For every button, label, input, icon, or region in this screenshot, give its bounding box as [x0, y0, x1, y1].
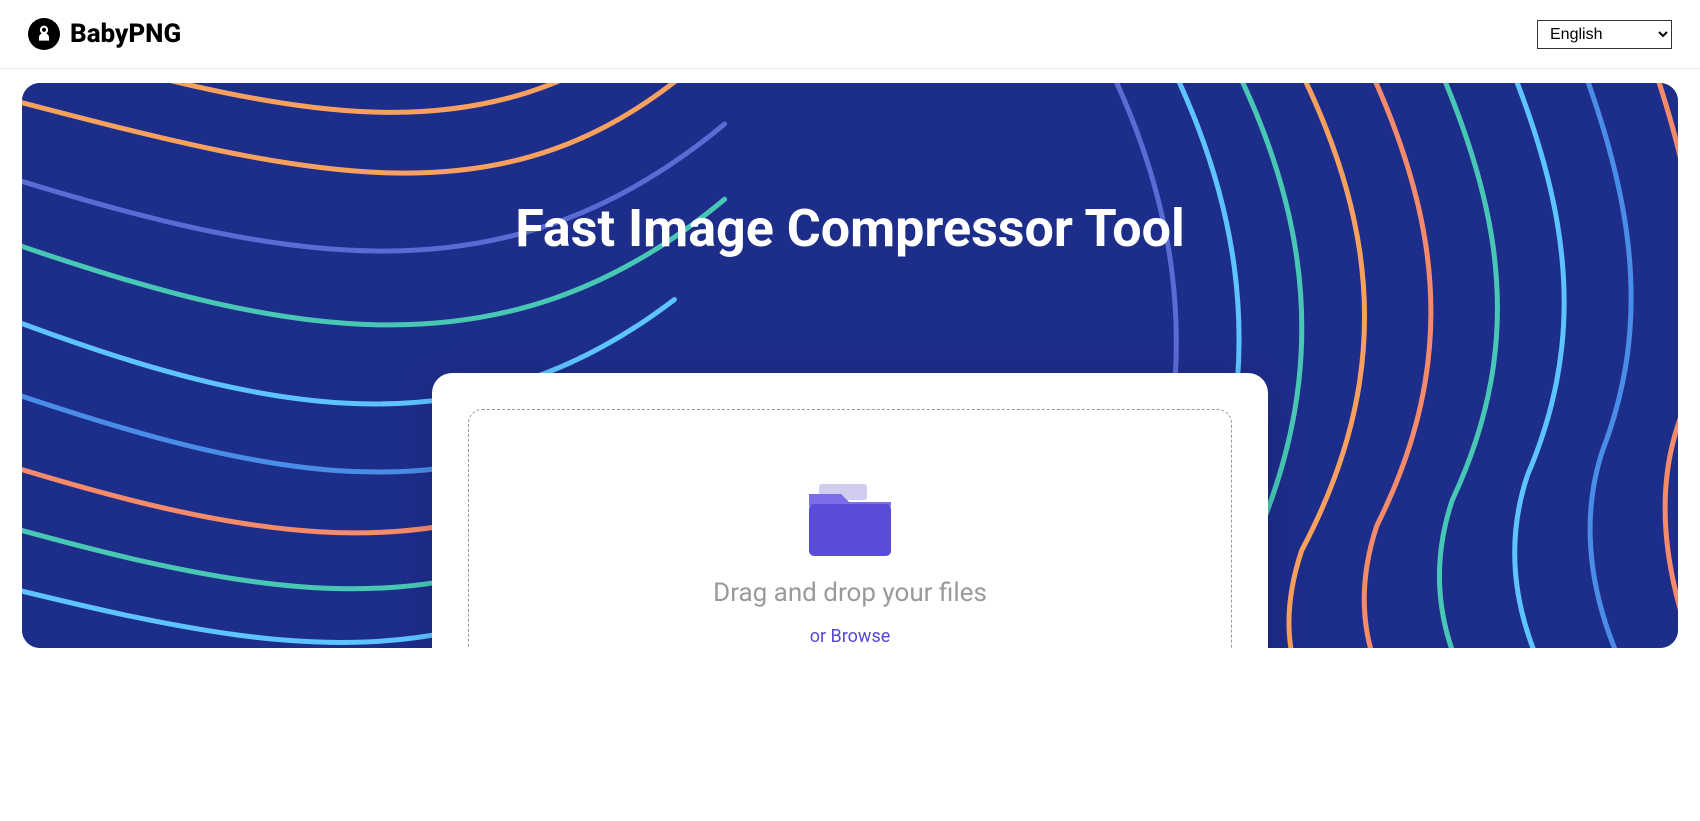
folder-icon: [805, 480, 895, 560]
file-dropzone[interactable]: Drag and drop your files or Browse file …: [468, 409, 1232, 648]
drag-drop-label: Drag and drop your files: [713, 578, 987, 608]
brand[interactable]: BabyPNG: [28, 18, 181, 50]
hero-banner: Fast Image Compressor Tool Drag and drop…: [22, 83, 1678, 648]
brand-logo-icon: [28, 18, 60, 50]
brand-name: BabyPNG: [70, 19, 181, 49]
site-header: BabyPNG English: [0, 0, 1700, 69]
language-select[interactable]: English: [1537, 20, 1672, 49]
browse-link[interactable]: or Browse: [810, 626, 891, 647]
upload-card: Drag and drop your files or Browse file …: [432, 373, 1268, 648]
hero-title: Fast Image Compressor Tool: [22, 83, 1678, 259]
hero-section: Fast Image Compressor Tool Drag and drop…: [0, 69, 1700, 648]
